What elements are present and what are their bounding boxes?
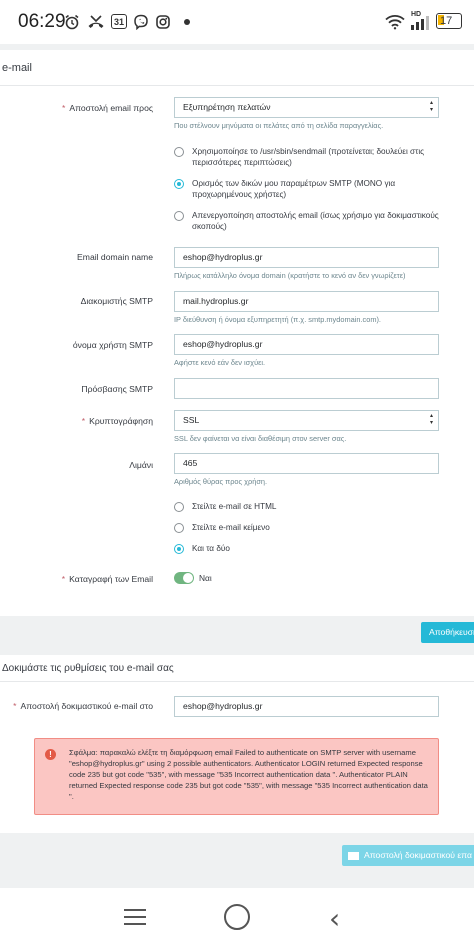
send-to-help: Που στέλνουν μηνύματα οι πελάτες από τη … bbox=[174, 121, 384, 130]
smtp-server-label: Διακομιστής SMTP bbox=[80, 296, 153, 306]
radio-button-icon bbox=[174, 502, 184, 512]
port-help: Αριθμός θύρας προς χρήση. bbox=[174, 477, 268, 486]
email-log-toggle[interactable] bbox=[174, 572, 194, 584]
email-log-value: Ναι bbox=[199, 573, 212, 583]
email-settings-panel: e-mail * Αποστολή email προς Εξυπηρέτηση … bbox=[0, 50, 474, 616]
radio-button-selected-icon bbox=[174, 179, 184, 189]
instagram-icon bbox=[155, 12, 171, 32]
test-panel-title: Δοκιμάστε τις ρυθμίσεις του e-mail σας bbox=[0, 655, 474, 682]
radio-button-icon bbox=[174, 147, 184, 157]
transport-smtp-radio[interactable]: Ορισμός των δικών μου παραμέτρων SMTP (Μ… bbox=[174, 178, 432, 200]
send-test-label: * Αποστολή δοκιμαστικού e-mail στο bbox=[13, 701, 153, 711]
port-label: Λιμάνι bbox=[129, 460, 153, 470]
battery-level: 17 bbox=[440, 15, 453, 27]
home-button[interactable] bbox=[224, 904, 250, 930]
format-html-radio[interactable]: Στείλτε e-mail σε HTML bbox=[174, 501, 276, 512]
system-nav-bar: ‹ bbox=[0, 888, 474, 948]
recent-apps-button[interactable] bbox=[124, 909, 146, 925]
test-email-panel: Δοκιμάστε τις ρυθμίσεις του e-mail σας *… bbox=[0, 655, 474, 833]
panel-title: e-mail bbox=[0, 50, 474, 86]
wifi-icon bbox=[385, 12, 405, 32]
notification-dot-icon bbox=[184, 19, 190, 25]
format-both-radio[interactable]: Και τα δύο bbox=[174, 543, 230, 554]
send-test-input[interactable]: eshop@hydroplus.gr bbox=[174, 696, 439, 717]
domain-help: Πλήρως κατάλληλο όνομα domain (κρατήστε … bbox=[174, 271, 406, 280]
encryption-help: SSL δεν φαίνεται να είναι διαθέσιμη στον… bbox=[174, 434, 347, 443]
alarm-icon bbox=[64, 12, 80, 32]
viber-icon bbox=[133, 12, 149, 32]
domain-label: Email domain name bbox=[77, 252, 153, 262]
port-input[interactable]: 465 bbox=[174, 453, 439, 474]
encryption-label: * Κρυπτογράφηση bbox=[81, 416, 153, 426]
back-button[interactable]: ‹ bbox=[329, 902, 340, 935]
send-test-email-button[interactable]: Αποστολή δοκιμαστικού επα bbox=[342, 845, 474, 866]
send-to-label: * Αποστολή email προς bbox=[62, 103, 153, 113]
signal-icon bbox=[410, 16, 430, 30]
smtp-password-input[interactable] bbox=[174, 378, 439, 399]
radio-button-icon bbox=[174, 211, 184, 221]
calendar-icon: 31 bbox=[111, 14, 127, 29]
smtp-server-help: IP διεύθυνση ή όνομα εξυπηρετητή (π.χ. s… bbox=[174, 315, 381, 324]
transport-sendmail-radio[interactable]: Χρησιμοποίησε το /usr/sbin/sendmail (προ… bbox=[174, 146, 444, 168]
format-text-radio[interactable]: Στείλτε e-mail κείμενο bbox=[174, 522, 270, 533]
status-bar: 06:29 31 HD 17 bbox=[0, 0, 474, 44]
domain-input[interactable]: eshop@hydroplus.gr bbox=[174, 247, 439, 268]
battery-icon: 17 bbox=[436, 13, 462, 29]
status-time: 06:29 bbox=[18, 11, 66, 32]
envelope-icon bbox=[348, 851, 359, 860]
smtp-user-help: Αφήστε κενό εάν δεν ισχύει. bbox=[174, 358, 266, 367]
radio-button-icon bbox=[174, 523, 184, 533]
save-button[interactable]: Αποθήκευση bbox=[421, 622, 474, 643]
error-alert: ! Σφάλμα: παρακαλώ ελέξτε τη διαμόρφωση … bbox=[34, 738, 439, 815]
error-icon: ! bbox=[45, 749, 56, 760]
smtp-password-label: Πρόσβασης SMTP bbox=[81, 384, 153, 394]
send-to-select[interactable]: Εξυπηρέτηση πελατών bbox=[174, 97, 439, 118]
smtp-user-label: όνομα χρήστη SMTP bbox=[72, 340, 153, 350]
email-log-label: * Καταγραφή των Email bbox=[61, 574, 153, 584]
error-message: Σφάλμα: παρακαλώ ελέξτε τη διαμόρφωση em… bbox=[69, 748, 428, 801]
missed-call-icon bbox=[87, 12, 105, 32]
radio-button-selected-icon bbox=[174, 544, 184, 554]
smtp-server-input[interactable]: mail.hydroplus.gr bbox=[174, 291, 439, 312]
encryption-select[interactable]: SSL bbox=[174, 410, 439, 431]
smtp-user-input[interactable]: eshop@hydroplus.gr bbox=[174, 334, 439, 355]
transport-disable-radio[interactable]: Απενεργοποίηση αποστολής email (ίσως χρή… bbox=[174, 210, 454, 232]
